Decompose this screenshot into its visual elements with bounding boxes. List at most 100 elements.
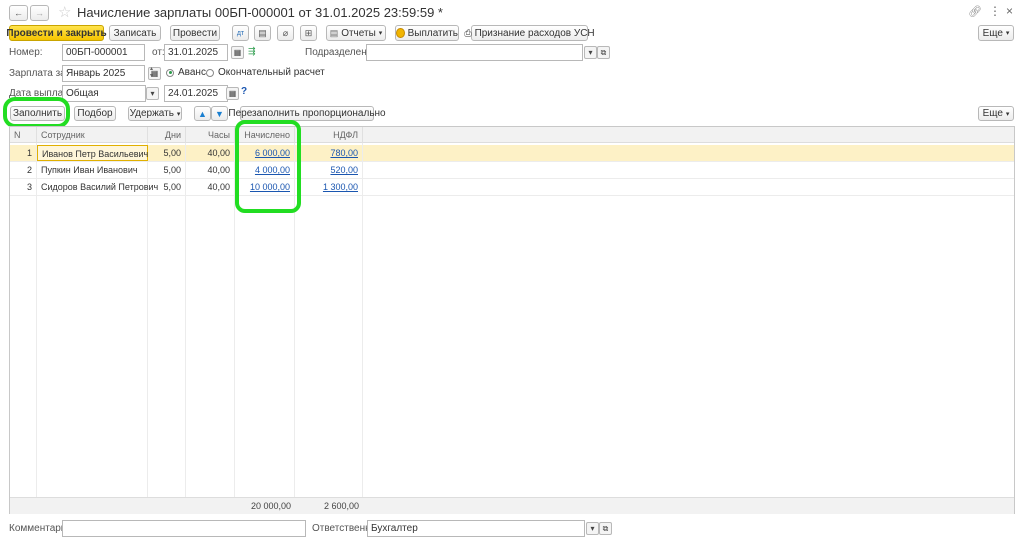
document-button[interactable]: ▤ xyxy=(254,25,271,41)
withhold-menu[interactable]: Удержать ▾ xyxy=(128,106,182,121)
post-button[interactable]: Провести xyxy=(170,25,220,41)
pay-label: Выплатить xyxy=(407,27,458,39)
radio-unchecked-icon xyxy=(206,68,214,77)
days-cell[interactable]: 5,00 xyxy=(148,179,186,195)
hours-cell[interactable]: 40,00 xyxy=(186,162,235,178)
month-stepper[interactable]: ▴ ▾ xyxy=(150,66,153,80)
withhold-label: Удержать xyxy=(129,108,174,119)
col-days[interactable]: Дни xyxy=(148,127,186,143)
open-icon[interactable]: ⧉ xyxy=(599,522,612,535)
open-icon[interactable]: ⧉ xyxy=(597,46,610,59)
col-divider xyxy=(147,143,148,498)
total-accrued: 20 000,00 xyxy=(250,501,291,511)
table-row[interactable]: 3 Сидоров Василий Петрович 5,00 40,00 10… xyxy=(10,179,1014,196)
highlight-outline xyxy=(3,97,70,128)
stepper-up-icon: ▴ xyxy=(150,66,154,72)
pay-button[interactable]: Выплатить xyxy=(395,25,459,41)
employee-cell[interactable]: Сидоров Василий Петрович xyxy=(37,179,158,195)
pay-date-field[interactable]: 24.01.2025 xyxy=(164,85,228,102)
final-label: Окончательный расчет xyxy=(218,67,325,78)
ndfl-cell[interactable]: 520,00 xyxy=(295,162,363,178)
document-icon: ▤ xyxy=(258,27,267,38)
forward-arrow-icon: → xyxy=(35,8,44,18)
col-n[interactable]: N xyxy=(10,127,37,143)
dropdown-icon[interactable]: ▾ xyxy=(586,522,599,535)
ndfl-cell[interactable]: 780,00 xyxy=(295,145,363,161)
responsible-field[interactable]: Бухгалтер xyxy=(367,520,585,537)
paperclip-icon: ⌀ xyxy=(282,27,289,38)
hours-cell[interactable]: 40,00 xyxy=(186,145,235,161)
division-field[interactable] xyxy=(366,44,583,61)
pick-label: Подбор xyxy=(77,108,113,119)
refill-label: Перезаполнить пропорционально xyxy=(228,108,386,119)
dropdown-icon[interactable]: ▾ xyxy=(584,46,597,59)
reports-menu[interactable]: ▤ Отчеты ▾ xyxy=(326,25,386,41)
refill-proportional-button[interactable]: Перезаполнить пропорционально xyxy=(228,106,386,121)
structure-button[interactable]: ⊞ xyxy=(300,25,317,41)
dt-kt-button[interactable]: дт xyxy=(232,25,249,41)
hours-cell[interactable]: 40,00 xyxy=(186,179,235,195)
back-arrow-icon: ← xyxy=(14,8,23,18)
post-and-close-label: Провести и закрыть xyxy=(6,27,107,39)
employee-cell[interactable]: Пупкин Иван Иванович xyxy=(37,162,148,178)
structure-icon: ⊞ xyxy=(304,27,313,38)
arrow-up-icon: ▲ xyxy=(198,108,207,119)
post-label: Провести xyxy=(172,27,218,39)
chevron-down-icon: ▾ xyxy=(378,30,383,37)
date-label: от: xyxy=(152,47,165,58)
ndfl-cell[interactable]: 1 300,00 xyxy=(295,179,363,195)
date-field[interactable]: 31.01.2025 xyxy=(164,44,228,61)
coin-icon xyxy=(396,28,405,38)
advance-label: Аванс xyxy=(178,67,206,78)
comment-field[interactable] xyxy=(62,520,306,537)
pay-date-type-field[interactable]: Общая xyxy=(62,85,146,102)
link-icon[interactable]: 🔗︎ xyxy=(968,5,982,18)
post-and-close-button[interactable]: Провести и закрыть xyxy=(6,25,107,41)
save-label: Записать xyxy=(113,27,157,39)
stepper-down-icon: ▾ xyxy=(150,73,154,79)
salary-for-label: Зарплата за: xyxy=(9,68,69,79)
usn-label: Признание расходов УСН xyxy=(474,27,595,39)
dropdown-icon[interactable]: ▾ xyxy=(146,87,159,100)
days-cell[interactable]: 5,00 xyxy=(148,162,186,178)
highlight-outline xyxy=(235,120,301,213)
pick-button[interactable]: Подбор xyxy=(74,106,116,121)
move-up-button[interactable]: ▲ xyxy=(194,106,211,121)
number-edit-icon[interactable]: ⇶ xyxy=(248,46,256,57)
ndfl-link[interactable]: 780,00 xyxy=(330,148,358,158)
table-more-button[interactable]: Еще ▾ xyxy=(978,106,1014,121)
reports-label: Отчеты xyxy=(341,27,376,39)
save-button[interactable]: Записать xyxy=(109,25,161,41)
calendar-icon[interactable]: ▦ xyxy=(231,46,244,59)
col-employee[interactable]: Сотрудник xyxy=(37,127,148,143)
page-title: Начисление зарплаты 00БП-000001 от 31.01… xyxy=(77,5,443,20)
usn-expenses-button[interactable]: ⎙ Признание расходов УСН xyxy=(464,25,595,41)
more-label: Еще xyxy=(982,27,1003,39)
printer-icon: ⎙ xyxy=(464,27,472,38)
chevron-down-icon: ▾ xyxy=(1005,110,1010,118)
final-radio[interactable]: Окончательный расчет xyxy=(206,67,325,78)
table-row[interactable]: 2 Пупкин Иван Иванович 5,00 40,00 4 000,… xyxy=(10,162,1014,179)
back-button[interactable]: ← xyxy=(9,5,28,21)
ndfl-link[interactable]: 1 300,00 xyxy=(323,182,358,192)
help-icon[interactable]: ? xyxy=(241,86,247,97)
more-button[interactable]: Еще ▾ xyxy=(978,25,1014,41)
advance-radio[interactable]: Аванс xyxy=(166,67,206,78)
table-row[interactable]: 1 Иванов Петр Васильевич 5,00 40,00 6 00… xyxy=(10,145,1014,162)
attach-button[interactable]: ⌀ xyxy=(277,25,294,41)
col-ndfl[interactable]: НДФЛ xyxy=(295,127,363,143)
favorite-star-icon[interactable]: ☆ xyxy=(58,3,71,21)
arrow-down-icon: ▼ xyxy=(215,108,224,119)
days-cell[interactable]: 5,00 xyxy=(148,145,186,161)
more-vertical-icon[interactable]: ⋮ xyxy=(989,4,1001,18)
employee-cell[interactable]: Иванов Петр Васильевич xyxy=(37,145,148,161)
calendar-icon[interactable]: ▦ xyxy=(226,87,239,100)
close-icon[interactable]: × xyxy=(1006,4,1013,18)
move-down-button[interactable]: ▼ xyxy=(211,106,228,121)
number-field[interactable]: 00БП-000001 xyxy=(62,44,145,61)
salary-for-field[interactable]: Январь 2025 xyxy=(62,65,145,82)
ndfl-link[interactable]: 520,00 xyxy=(330,165,358,175)
forward-button[interactable]: → xyxy=(30,5,49,21)
number-label: Номер: xyxy=(9,47,43,58)
col-hours[interactable]: Часы xyxy=(186,127,235,143)
